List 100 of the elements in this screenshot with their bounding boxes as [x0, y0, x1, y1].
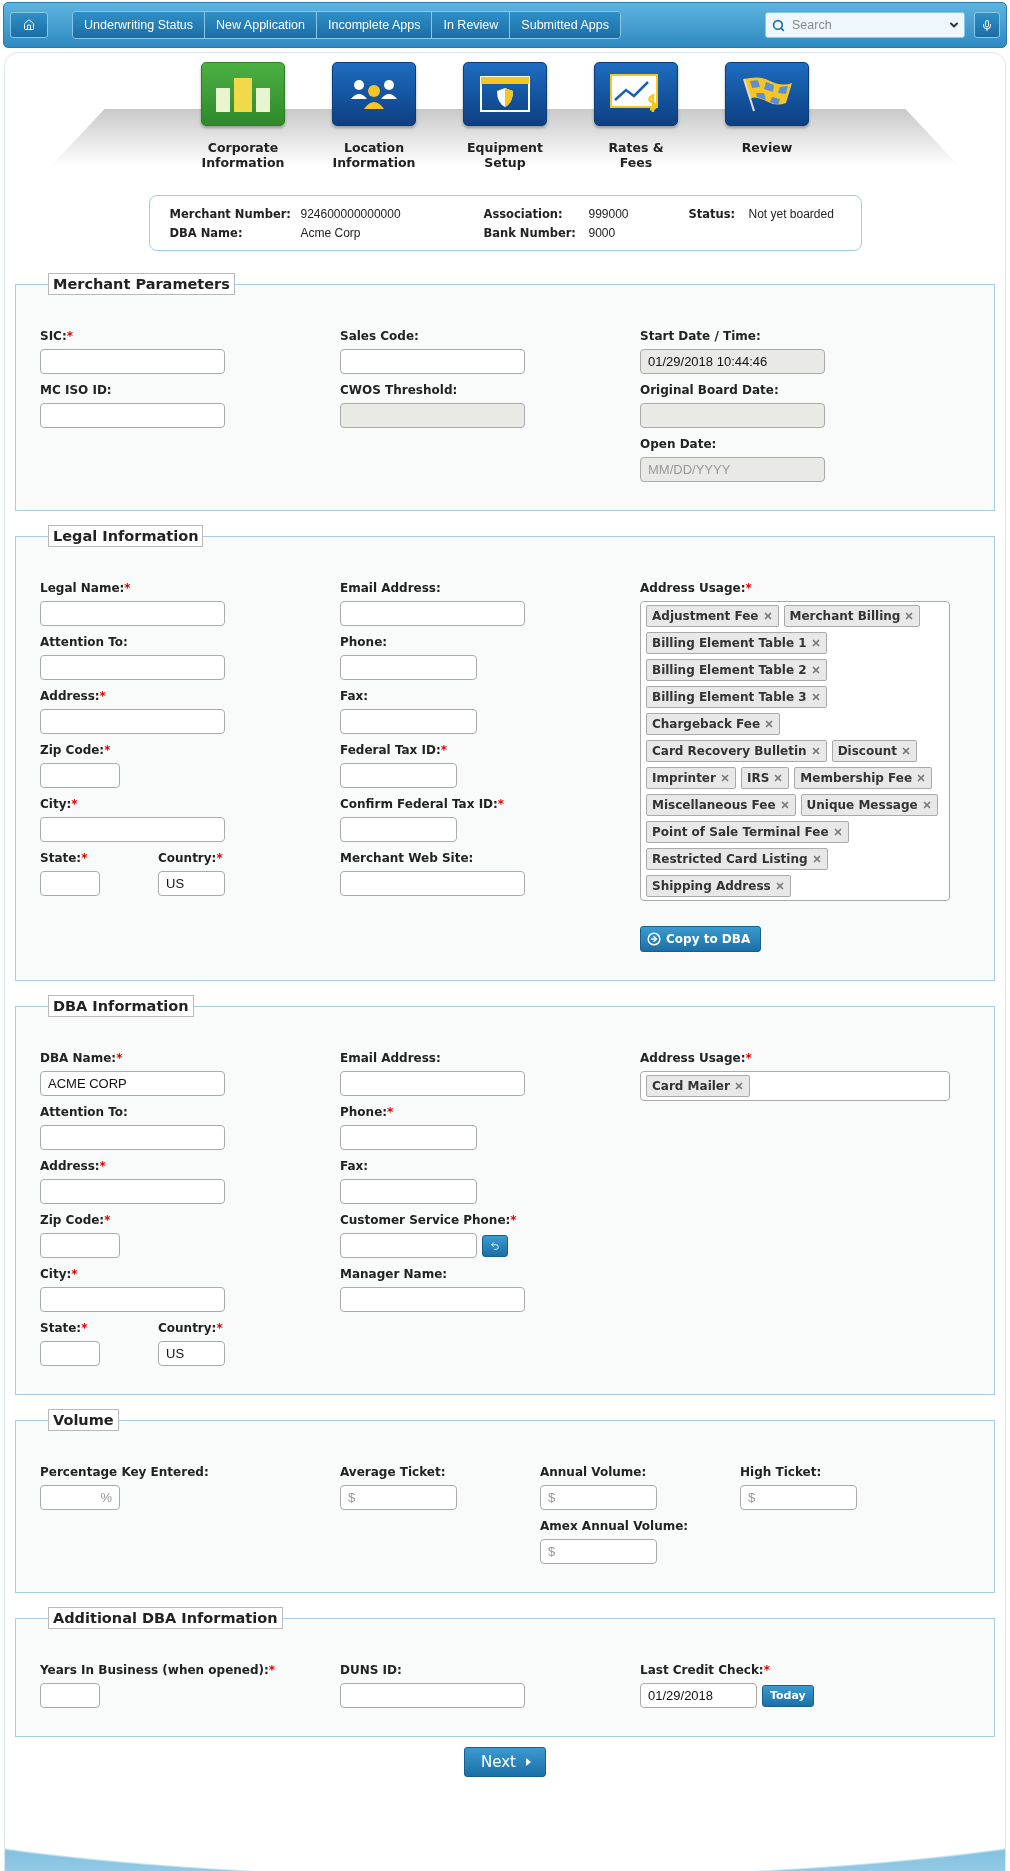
tag-chip[interactable]: Billing Element Table 2	[646, 659, 827, 681]
input-field[interactable]	[40, 1179, 225, 1204]
field-label: Attention To:	[40, 1105, 129, 1120]
summary-value: 999000	[588, 207, 630, 221]
remove-icon[interactable]	[810, 746, 821, 756]
nav-tab[interactable]: New Application	[204, 12, 317, 38]
field-label: Percentage Key Entered:	[40, 1465, 210, 1480]
input-field[interactable]	[340, 709, 477, 734]
input-field[interactable]: $	[340, 1485, 457, 1510]
tag-chip[interactable]: Point of Sale Terminal Fee	[646, 821, 849, 843]
remove-icon[interactable]	[810, 638, 821, 648]
input-field[interactable]: 01/29/2018	[640, 1683, 757, 1708]
summary-label: Association:	[483, 207, 564, 221]
step-tile[interactable]	[201, 62, 285, 126]
input-field[interactable]	[40, 1287, 225, 1312]
input-field[interactable]: $	[740, 1485, 857, 1510]
input-field[interactable]	[340, 655, 477, 680]
remove-icon[interactable]	[764, 719, 775, 729]
remove-icon[interactable]	[779, 800, 790, 810]
input-field[interactable]	[340, 1125, 477, 1150]
remove-icon[interactable]	[811, 854, 822, 864]
microphone-button[interactable]	[974, 12, 1000, 38]
next-button[interactable]: Next	[464, 1747, 546, 1777]
input-field[interactable]	[40, 655, 225, 680]
input-field[interactable]	[40, 1125, 225, 1150]
nav-tab[interactable]: Submitted Apps	[509, 12, 620, 38]
remove-icon[interactable]	[904, 611, 915, 621]
step-tile[interactable]	[463, 62, 547, 126]
tag-chip[interactable]: Merchant Billing	[783, 605, 921, 627]
input-field[interactable]	[340, 1179, 477, 1204]
tag-chip[interactable]: IRS	[740, 767, 790, 789]
tag-chip[interactable]: Restricted Card Listing	[646, 848, 828, 870]
remove-icon[interactable]	[916, 773, 927, 783]
input-field[interactable]	[340, 1233, 477, 1258]
input-field[interactable]	[40, 763, 120, 788]
input-field[interactable]	[340, 1071, 525, 1096]
input-field[interactable]	[40, 1683, 100, 1708]
input-field[interactable]	[340, 1683, 525, 1708]
input-field[interactable]: $	[540, 1539, 657, 1564]
remove-icon[interactable]	[774, 881, 785, 891]
nav-tab[interactable]: Underwriting Status	[73, 12, 205, 38]
tag-select-field[interactable]: Card Mailer	[640, 1071, 950, 1101]
remove-icon[interactable]	[921, 800, 932, 810]
tag-chip[interactable]: Card Recovery Bulletin	[646, 740, 827, 762]
remove-icon[interactable]	[773, 773, 784, 783]
copy-button[interactable]: Copy to DBA	[640, 926, 762, 952]
nav-tab[interactable]: In Review	[431, 12, 510, 38]
search-box[interactable]: Search	[765, 12, 965, 38]
input-field[interactable]	[40, 709, 225, 734]
tag-select-field[interactable]	[640, 601, 950, 901]
input-field[interactable]	[40, 871, 100, 896]
step-tile[interactable]	[332, 62, 416, 126]
input-field[interactable]	[340, 1287, 525, 1312]
input-field[interactable]	[40, 601, 225, 626]
input-field[interactable]	[40, 1233, 120, 1258]
input-field[interactable]	[40, 349, 225, 374]
remove-icon[interactable]	[762, 611, 773, 621]
summary-value: Not yet boarded	[748, 207, 835, 221]
input-field[interactable]: ACME CORP	[40, 1071, 225, 1096]
tag-chip[interactable]: Imprinter	[646, 767, 736, 789]
remove-icon[interactable]	[810, 692, 821, 702]
arrow-circle-icon	[647, 932, 661, 946]
tag-chip[interactable]: Membership Fee	[794, 767, 933, 789]
input-field[interactable]	[340, 763, 457, 788]
tag-chip[interactable]: Adjustment Fee	[646, 605, 779, 627]
remove-icon[interactable]	[733, 1081, 744, 1091]
step-tile[interactable]	[725, 62, 809, 126]
remove-icon[interactable]	[901, 746, 912, 756]
microphone-icon	[981, 18, 993, 32]
nav-tab[interactable]: Incomplete Apps	[316, 12, 432, 38]
step-tile[interactable]	[594, 62, 678, 126]
tag-chip[interactable]: Card Mailer	[646, 1075, 750, 1097]
input-field[interactable]	[340, 817, 457, 842]
today-button[interactable]: Today	[762, 1684, 814, 1707]
reply-button[interactable]	[482, 1234, 508, 1257]
field-label: Annual Volume:	[540, 1465, 648, 1480]
input-field[interactable]	[340, 349, 525, 374]
input-field[interactable]: US	[158, 871, 225, 896]
input-field[interactable]: $	[540, 1485, 657, 1510]
tag-chip[interactable]: Chargeback Fee	[646, 713, 781, 735]
remove-icon[interactable]	[719, 773, 730, 783]
home-button[interactable]	[10, 12, 48, 38]
field-label: DUNS ID:	[340, 1663, 403, 1678]
input-field[interactable]	[340, 601, 525, 626]
remove-icon[interactable]	[810, 665, 821, 675]
input-field[interactable]	[340, 871, 525, 896]
field-label: SIC:*	[40, 329, 74, 344]
tag-chip[interactable]: Miscellaneous Fee	[646, 794, 796, 816]
tag-chip[interactable]: Shipping Address	[646, 875, 791, 897]
input-field[interactable]	[40, 403, 225, 428]
tag-chip[interactable]: Unique Message	[800, 794, 938, 816]
search-input[interactable]: Search	[790, 17, 943, 33]
tag-chip[interactable]: Billing Element Table 3	[646, 686, 827, 708]
input-field[interactable]	[40, 817, 225, 842]
tag-chip[interactable]: Discount	[831, 740, 918, 762]
tag-chip[interactable]: Billing Element Table 1	[646, 632, 827, 654]
input-field[interactable]: US	[158, 1341, 225, 1366]
input-field[interactable]	[40, 1341, 100, 1366]
input-field[interactable]: %	[40, 1485, 120, 1510]
remove-icon[interactable]	[832, 827, 843, 837]
